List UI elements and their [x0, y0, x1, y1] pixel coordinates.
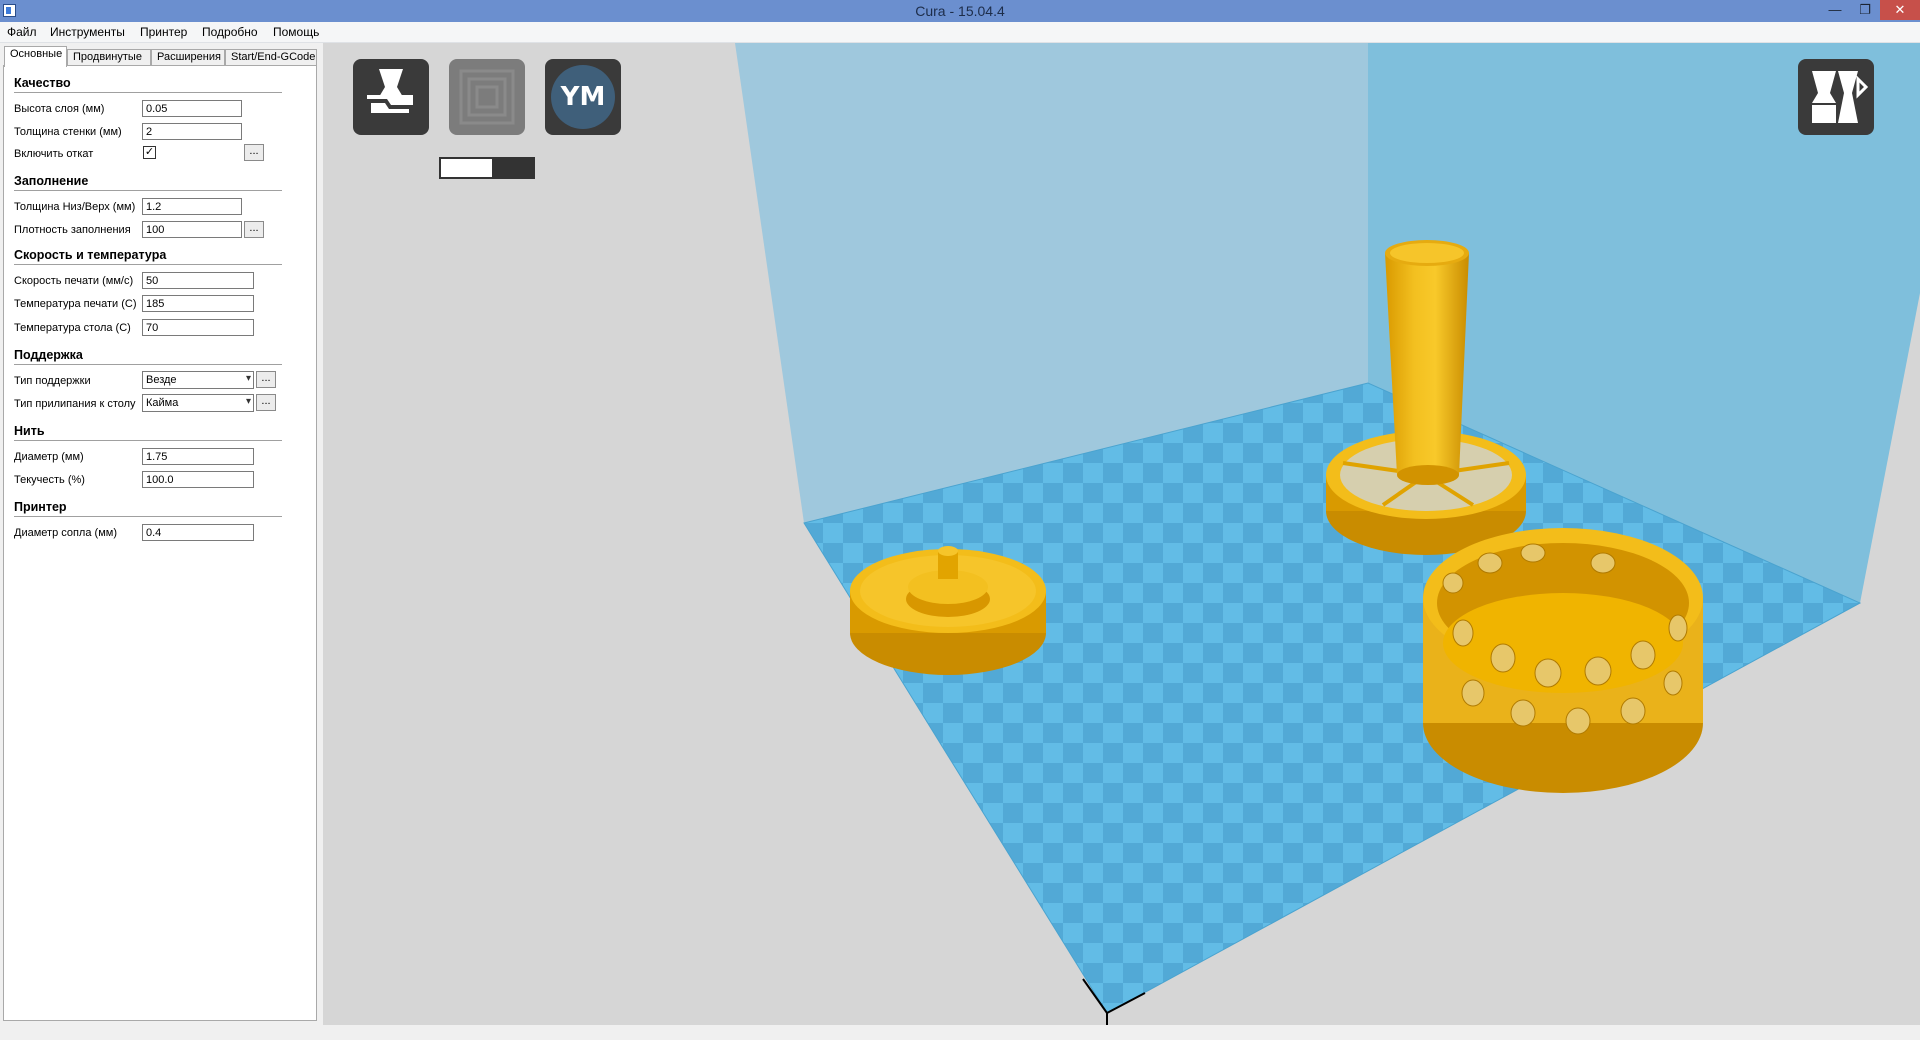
- adhesion-settings-button[interactable]: ...: [256, 394, 276, 411]
- restore-button[interactable]: ❐: [1850, 0, 1880, 20]
- section-divider: [14, 516, 282, 517]
- youmagine-icon: YM: [551, 65, 615, 129]
- print-temperature-label: Температура печати (С): [14, 298, 137, 310]
- print-speed-label: Скорость печати (мм/с): [14, 275, 134, 287]
- scene-canvas: [735, 43, 1920, 1025]
- support-type-label: Тип поддержки: [14, 375, 91, 387]
- menu-expert[interactable]: Подробно: [202, 25, 258, 39]
- retraction-label: Включить откат: [14, 148, 94, 160]
- adhesion-type-value: Кайма: [146, 397, 179, 409]
- filament-diameter-field[interactable]: 1.75: [142, 448, 254, 465]
- section-filament-title: Нить: [14, 424, 45, 438]
- menu-bar: Файл Инструменты Принтер Подробно Помощь: [0, 22, 1920, 43]
- adhesion-type-label: Тип прилипания к столу: [14, 398, 136, 410]
- section-fill-title: Заполнение: [14, 174, 89, 188]
- tab-basic[interactable]: Основные: [4, 46, 67, 67]
- wall-thickness-field[interactable]: 2: [142, 123, 242, 140]
- title-bar: Cura - 15.04.4 — ❐ ✕: [0, 0, 1920, 22]
- adhesion-type-select[interactable]: Кайма ▾: [142, 394, 254, 412]
- section-divider: [14, 92, 282, 93]
- retraction-settings-button[interactable]: ...: [244, 144, 264, 161]
- flow-field[interactable]: 100.0: [142, 471, 254, 488]
- menu-printer[interactable]: Принтер: [140, 25, 187, 39]
- print-temperature-field[interactable]: 185: [142, 295, 254, 312]
- section-divider: [14, 264, 282, 265]
- slice-progress-bar: [439, 157, 535, 179]
- tab-start-end-gcode[interactable]: Start/End-GCode: [225, 49, 317, 66]
- slice-progress-fill: [441, 159, 492, 177]
- tab-plugins[interactable]: Расширения: [151, 49, 225, 66]
- load-folder-icon: [367, 69, 413, 117]
- bed-temperature-field[interactable]: 70: [142, 319, 254, 336]
- menu-tools[interactable]: Инструменты: [50, 25, 125, 39]
- filament-diameter-label: Диаметр (мм): [14, 451, 84, 463]
- menu-file[interactable]: Файл: [7, 25, 37, 39]
- section-support-title: Поддержка: [14, 348, 83, 362]
- section-divider: [14, 440, 282, 441]
- view-mode-button[interactable]: [1798, 59, 1874, 135]
- support-type-select[interactable]: Везде ▾: [142, 371, 254, 389]
- save-toolpath-button[interactable]: [449, 59, 525, 135]
- section-machine-title: Принтер: [14, 500, 67, 514]
- tab-advanced[interactable]: Продвинутые: [67, 49, 151, 66]
- sd-card-icon: [459, 69, 515, 125]
- youmagine-button[interactable]: YM: [545, 59, 621, 135]
- wall-thickness-label: Толщина стенки (мм): [14, 126, 122, 138]
- layer-height-label: Высота слоя (мм): [14, 103, 105, 115]
- section-speed-title: Скорость и температура: [14, 248, 167, 262]
- model-disk-hub[interactable]: [850, 546, 1046, 675]
- section-divider: [14, 190, 282, 191]
- close-button[interactable]: ✕: [1880, 0, 1920, 20]
- menu-help[interactable]: Помощь: [273, 25, 319, 39]
- load-model-button[interactable]: [353, 59, 429, 135]
- view-mode-icon: [1812, 71, 1869, 123]
- bottom-top-thickness-label: Толщина Низ/Верх (мм): [14, 201, 136, 213]
- window-title: Cura - 15.04.4: [915, 3, 1005, 19]
- status-bar: [0, 1025, 1920, 1040]
- chevron-down-icon: ▾: [245, 396, 251, 407]
- flow-label: Текучесть (%): [14, 474, 85, 486]
- basic-settings-body: Качество Высота слоя (мм) 0.05 Толщина с…: [3, 65, 317, 1021]
- nozzle-size-label: Диаметр сопла (мм): [14, 527, 117, 539]
- model-perforated-ring[interactable]: [1423, 528, 1703, 793]
- fill-density-field[interactable]: 100: [142, 221, 242, 238]
- chevron-down-icon: ▾: [245, 373, 251, 384]
- minimize-button[interactable]: —: [1820, 0, 1850, 20]
- 3d-viewport[interactable]: YM: [323, 43, 1920, 1025]
- support-settings-button[interactable]: ...: [256, 371, 276, 388]
- settings-panel: Основные Продвинутые Расширения Start/En…: [0, 43, 320, 1025]
- retraction-checkbox[interactable]: ✓: [143, 146, 156, 159]
- section-quality-title: Качество: [14, 76, 71, 90]
- nozzle-size-field[interactable]: 0.4: [142, 524, 254, 541]
- fill-density-label: Плотность заполнения: [14, 224, 131, 236]
- bed-temperature-label: Температура стола (С): [14, 322, 131, 334]
- support-type-value: Везде: [146, 374, 177, 386]
- print-speed-field[interactable]: 50: [142, 272, 254, 289]
- fill-settings-button[interactable]: ...: [244, 221, 264, 238]
- section-divider: [14, 364, 282, 365]
- bottom-top-thickness-field[interactable]: 1.2: [142, 198, 242, 215]
- layer-height-field[interactable]: 0.05: [142, 100, 242, 117]
